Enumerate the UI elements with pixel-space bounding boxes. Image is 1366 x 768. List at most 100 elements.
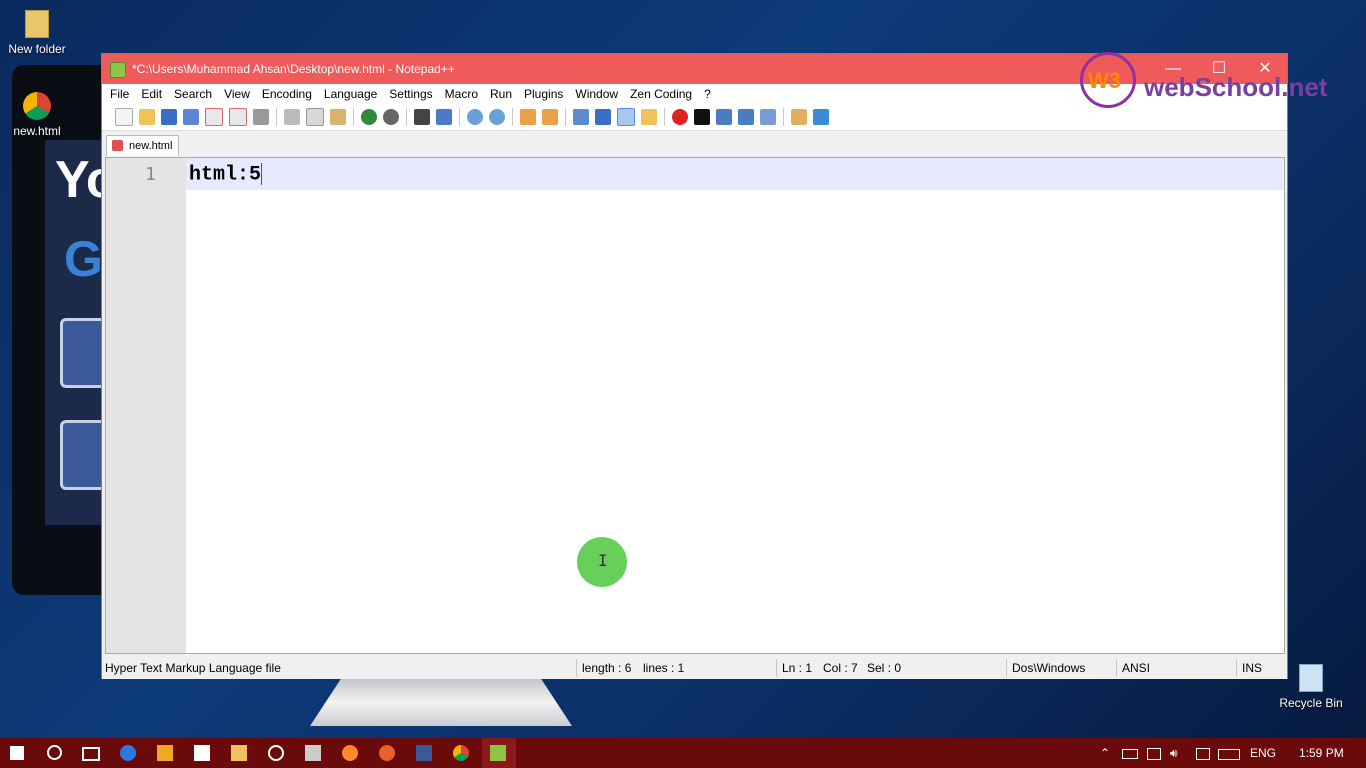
recycle-bin-icon bbox=[1299, 664, 1323, 692]
zoom-in-icon[interactable] bbox=[467, 109, 483, 125]
menu-plugins[interactable]: Plugins bbox=[518, 84, 569, 104]
menu-view[interactable]: View bbox=[218, 84, 256, 104]
word-wrap-icon[interactable] bbox=[573, 109, 589, 125]
code-text[interactable]: html:5 bbox=[189, 163, 263, 186]
chrome-icon bbox=[23, 92, 51, 120]
menu-settings[interactable]: Settings bbox=[383, 84, 438, 104]
menu-language[interactable]: Language bbox=[318, 84, 383, 104]
menu-encoding[interactable]: Encoding bbox=[256, 84, 318, 104]
status-col: Col : 7 bbox=[823, 661, 858, 675]
file-explorer-icon[interactable] bbox=[231, 745, 247, 761]
zoom-out-icon[interactable] bbox=[489, 109, 505, 125]
paint-icon[interactable] bbox=[342, 745, 358, 761]
task-view-icon[interactable] bbox=[82, 747, 100, 761]
notepadpp-icon[interactable] bbox=[490, 745, 506, 761]
desktop-icon-new-html[interactable]: new.html bbox=[2, 92, 72, 138]
status-bar: Hyper Text Markup Language file length :… bbox=[102, 657, 1287, 679]
tray-chevron-icon[interactable]: ⌃ bbox=[1100, 746, 1110, 760]
indent-guide-icon[interactable] bbox=[617, 108, 635, 126]
toolbar-separator bbox=[406, 108, 407, 126]
close-all-icon[interactable] bbox=[229, 108, 247, 126]
status-encoding: ANSI bbox=[1122, 661, 1151, 675]
text-caret bbox=[261, 163, 263, 185]
store-icon[interactable] bbox=[194, 745, 210, 761]
status-mode: INS bbox=[1242, 661, 1263, 675]
new-file-icon[interactable] bbox=[115, 108, 133, 126]
current-line-highlight bbox=[186, 158, 1284, 190]
doc-map-icon[interactable] bbox=[641, 109, 657, 125]
find-icon[interactable] bbox=[414, 109, 430, 125]
status-length: length : 6 bbox=[582, 661, 632, 675]
save-icon[interactable] bbox=[161, 109, 177, 125]
stop-macro-icon[interactable] bbox=[694, 109, 710, 125]
film-icon[interactable] bbox=[305, 745, 321, 761]
show-all-chars-icon[interactable] bbox=[595, 109, 611, 125]
menu-file[interactable]: File bbox=[104, 84, 135, 104]
volume-icon[interactable]: 🔊︎ bbox=[1170, 746, 1178, 761]
save-macro-icon[interactable] bbox=[760, 109, 776, 125]
save-all-icon[interactable] bbox=[183, 109, 199, 125]
paste-icon[interactable] bbox=[330, 109, 346, 125]
menu-zen-coding[interactable]: Zen Coding bbox=[624, 84, 698, 104]
sync-h-icon[interactable] bbox=[542, 109, 558, 125]
undo-icon[interactable] bbox=[361, 109, 377, 125]
watermark-w3: W3 bbox=[1088, 68, 1121, 93]
status-divider bbox=[1006, 659, 1007, 677]
facebook-icon[interactable] bbox=[416, 745, 432, 761]
tab-bar: new.html bbox=[102, 131, 1287, 156]
line-number-gutter: 1 bbox=[106, 158, 186, 653]
chrome-icon[interactable] bbox=[453, 745, 469, 761]
folder-icon bbox=[25, 10, 49, 38]
keyboard-icon[interactable] bbox=[1218, 749, 1240, 760]
menu-run[interactable]: Run bbox=[484, 84, 518, 104]
menu-window[interactable]: Window bbox=[569, 84, 624, 104]
edge-icon[interactable] bbox=[120, 745, 136, 761]
menu-edit[interactable]: Edit bbox=[135, 84, 168, 104]
unsaved-file-icon bbox=[112, 140, 123, 151]
launch-browser-icon[interactable] bbox=[791, 109, 807, 125]
status-lines: lines : 1 bbox=[643, 661, 685, 675]
status-sel: Sel : 0 bbox=[867, 661, 902, 675]
menu-help[interactable]: ? bbox=[698, 84, 717, 104]
status-divider bbox=[576, 659, 577, 677]
menu-macro[interactable]: Macro bbox=[439, 84, 484, 104]
clock[interactable]: 1:59 PM bbox=[1299, 746, 1344, 760]
editor-area[interactable]: 1 html:5 bbox=[105, 157, 1285, 654]
run-macro-multiple-icon[interactable] bbox=[738, 109, 754, 125]
desktop-icon-new-folder[interactable]: New folder bbox=[2, 10, 72, 56]
line-number: 1 bbox=[145, 164, 156, 185]
desktop-icon-label: new.html bbox=[13, 124, 61, 138]
copy-icon[interactable] bbox=[306, 108, 324, 126]
redo-icon[interactable] bbox=[383, 109, 399, 125]
desktop-icon-label: New folder bbox=[8, 42, 66, 56]
replace-icon[interactable] bbox=[436, 109, 452, 125]
status-divider bbox=[776, 659, 777, 677]
print-icon[interactable] bbox=[253, 109, 269, 125]
play-macro-icon[interactable] bbox=[716, 109, 732, 125]
toolbar-separator bbox=[783, 108, 784, 126]
groove-icon[interactable] bbox=[268, 745, 284, 761]
battery-icon[interactable] bbox=[1122, 749, 1138, 759]
close-icon[interactable] bbox=[205, 108, 223, 126]
spellcheck-icon[interactable] bbox=[813, 109, 829, 125]
search-icon[interactable] bbox=[47, 745, 62, 760]
firefox-icon[interactable] bbox=[379, 745, 395, 761]
menu-search[interactable]: Search bbox=[168, 84, 218, 104]
background-g-text: G bbox=[64, 231, 103, 287]
media-icon[interactable] bbox=[157, 745, 173, 761]
network-icon[interactable] bbox=[1147, 748, 1161, 760]
cut-icon[interactable] bbox=[284, 109, 300, 125]
toolbar-separator bbox=[664, 108, 665, 126]
notepadpp-icon bbox=[110, 62, 126, 78]
status-divider bbox=[1236, 659, 1237, 677]
start-icon[interactable] bbox=[10, 746, 24, 760]
sync-v-icon[interactable] bbox=[520, 109, 536, 125]
status-divider bbox=[1116, 659, 1117, 677]
ibeam-cursor-icon: I bbox=[598, 551, 608, 570]
open-file-icon[interactable] bbox=[139, 109, 155, 125]
record-macro-icon[interactable] bbox=[672, 109, 688, 125]
language-indicator[interactable]: ENG bbox=[1250, 746, 1276, 760]
tab-new-html[interactable]: new.html bbox=[106, 135, 180, 156]
notifications-icon[interactable] bbox=[1196, 748, 1210, 760]
toolbar-separator bbox=[459, 108, 460, 126]
